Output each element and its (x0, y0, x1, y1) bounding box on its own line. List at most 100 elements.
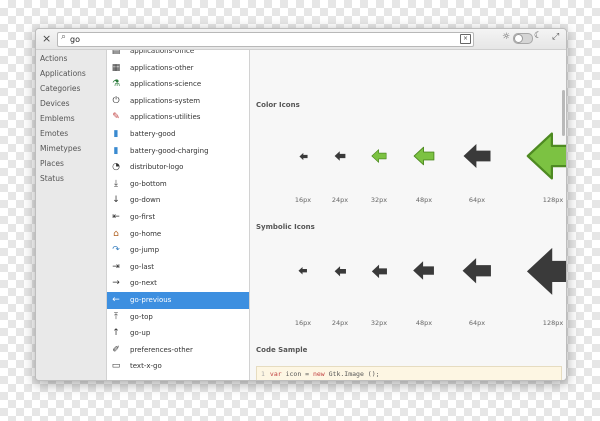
list-item-battery-good-charging[interactable]: ▮ battery-good-charging (107, 143, 249, 160)
list-item-label: go-first (130, 213, 156, 221)
list-item-label: applications-science (130, 80, 202, 89)
symbolic-go-previous-48px (412, 259, 435, 282)
list-item-battery-good[interactable]: ▮ battery-good (107, 126, 249, 143)
sidebar-item-categories[interactable]: Categories (40, 81, 80, 96)
go-previous-icon (413, 261, 435, 281)
go-previous-icon (526, 247, 566, 295)
go-previous-icon (371, 264, 387, 278)
list-item-text-x-go[interactable]: ▭ text-x-go (107, 358, 249, 375)
maximize-icon[interactable]: ⤢ (552, 32, 559, 42)
list-item-label: battery-good (130, 130, 176, 138)
list-item-applications-other[interactable]: ▦ applications-other (107, 60, 249, 77)
go-previous-icon (462, 258, 492, 284)
sidebar-item-mimetypes[interactable]: Mimetypes (40, 141, 81, 156)
list-item-label: go-bottom (130, 179, 167, 188)
list-item-label: applications-office (130, 50, 195, 55)
color-size-label: 48px (415, 196, 433, 204)
go-last-icon: ⇥ (112, 261, 120, 272)
list-item-go-down[interactable]: ↓ go-down (107, 192, 249, 209)
icon-preview: Color Icons Symbolic Icons Code Sample 1… (250, 50, 566, 380)
search-input[interactable] (70, 33, 455, 46)
sidebar-item-places[interactable]: Places (40, 156, 64, 171)
list-item-applications-system[interactable]: ⏻ applications-system (107, 93, 249, 110)
close-icon[interactable]: × (42, 32, 51, 46)
list-item-label: battery-good-charging (130, 146, 209, 155)
home-icon: ⌂ (113, 228, 119, 239)
go-previous-icon (334, 151, 346, 161)
color-icons-title: Color Icons (256, 101, 300, 109)
sidebar-item-emblems[interactable]: Emblems (40, 111, 75, 126)
color-go-previous-16px (298, 152, 308, 161)
color-size-label: 64px (468, 196, 486, 204)
list-item-applications-utilities[interactable]: ✎ applications-utilities (107, 109, 249, 126)
symbolic-go-previous-24px (334, 265, 347, 278)
color-size-label: 16px (294, 196, 312, 204)
go-down-icon: ↓ (112, 195, 120, 206)
list-item-go-jump[interactable]: ↷ go-jump (107, 242, 249, 259)
go-top-icon: ⤒ (114, 311, 118, 322)
distributor-logo-icon: ◔ (112, 162, 120, 173)
list-item-distributor-logo[interactable]: ◔ distributor-logo (107, 159, 249, 176)
list-item-go-next[interactable]: → go-next (107, 275, 249, 292)
category-sidebar: Actions Applications Categories Devices Embl… (36, 50, 107, 380)
color-size-label: 32px (370, 196, 388, 204)
list-item-label: go-home (130, 229, 162, 238)
color-go-previous-128px (525, 128, 566, 184)
clear-search-icon[interactable]: × (460, 34, 471, 44)
list-item-go-previous[interactable]: ← go-previous (107, 292, 249, 309)
list-item-go-up[interactable]: ↑ go-up (107, 325, 249, 342)
search-field[interactable]: ⌕ × (57, 32, 474, 47)
color-size-label: 128px (542, 196, 564, 204)
list-item-preferences-other[interactable]: ✐ preferences-other (107, 342, 249, 359)
sidebar-item-status[interactable]: Status (40, 171, 64, 186)
symbolic-go-previous-32px (371, 263, 388, 280)
go-bottom-icon: ⤓ (114, 178, 118, 189)
list-item-applications-office[interactable]: ▤ applications-office (107, 50, 249, 60)
text-file-icon: ▭ (111, 361, 121, 372)
go-up-icon: ↑ (112, 328, 120, 339)
list-item-label: go-up (130, 329, 151, 338)
go-previous-icon (526, 132, 566, 180)
symbolic-size-label: 24px (331, 319, 349, 327)
list-item-go-home[interactable]: ⌂ go-home (107, 226, 249, 243)
app-window: × ⌕ × ☼ ☾ ⤢ ActionsApplicationsCategorie… (35, 28, 567, 381)
color-go-previous-64px (462, 141, 492, 171)
sidebar-item-actions[interactable]: Actions (40, 51, 67, 66)
list-item-label: go-down (130, 196, 161, 205)
science-icon: ⚗ (111, 79, 121, 90)
list-item-go-last[interactable]: ⇥ go-last (107, 259, 249, 276)
system-icon: ⏻ (112, 95, 120, 106)
list-item-label: applications-utilities (130, 113, 201, 122)
color-go-previous-24px (334, 150, 346, 162)
list-item-go-bottom[interactable]: ⤓ go-bottom (107, 176, 249, 193)
go-next-icon: → (112, 278, 120, 289)
list-item-label: text-x-go (130, 362, 162, 371)
office-icon: ▤ (111, 50, 121, 56)
go-previous-icon (298, 152, 308, 160)
dark-mode-toggle[interactable] (513, 33, 533, 44)
list-item-label: go-previous (130, 296, 172, 304)
list-item-label: go-top (130, 312, 153, 321)
list-item-go-top[interactable]: ⤒ go-top (107, 309, 249, 326)
symbolic-size-label: 48px (415, 319, 433, 327)
utilities-icon: ✎ (112, 112, 120, 123)
icon-list: ▤ applications-office ▦ applications-other ⚗… (107, 50, 250, 380)
list-item-label: distributor-logo (130, 163, 184, 172)
go-previous-icon (413, 146, 435, 166)
titlebar: × ⌕ × ☼ ☾ ⤢ (36, 29, 566, 50)
symbolic-size-label: 64px (468, 319, 486, 327)
list-item-label: go-jump (130, 246, 160, 255)
symbolic-icons-title: Symbolic Icons (256, 223, 315, 231)
color-size-label: 24px (331, 196, 349, 204)
symbolic-size-label: 32px (370, 319, 388, 327)
sidebar-item-emotes[interactable]: Emotes (40, 126, 68, 141)
sidebar-item-devices[interactable]: Devices (40, 96, 70, 111)
sun-icon: ☼ (502, 32, 511, 42)
color-go-previous-48px (413, 145, 435, 167)
sidebar-item-applications[interactable]: Applications (40, 66, 86, 81)
list-item-applications-science[interactable]: ⚗ applications-science (107, 76, 249, 93)
go-previous-icon (371, 149, 387, 163)
moon-icon: ☾ (534, 31, 543, 41)
list-item-go-first[interactable]: ⇤ go-first (107, 209, 249, 226)
code-line: 1 var icon = new Gtk.Image (); (261, 370, 380, 378)
